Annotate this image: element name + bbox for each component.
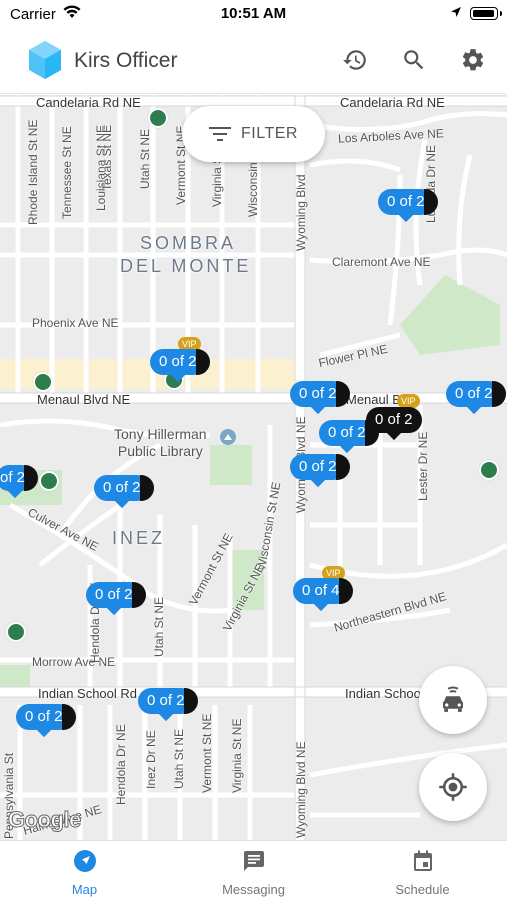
poi-label: Tony Hillerman bbox=[114, 426, 207, 442]
filter-label: FILTER bbox=[241, 125, 298, 142]
gear-icon[interactable] bbox=[457, 44, 489, 76]
map-pin[interactable]: 0 of 2 bbox=[319, 420, 379, 454]
tab-messaging[interactable]: Messaging bbox=[169, 841, 338, 900]
app-logo-icon bbox=[29, 41, 61, 79]
street-label: Indian School Rd bbox=[38, 686, 138, 701]
google-attribution: Google bbox=[8, 807, 82, 833]
map-pin[interactable]: 0 of 2 bbox=[150, 349, 210, 383]
street-label: Candelaria Rd NE bbox=[340, 95, 445, 110]
map-dot[interactable] bbox=[39, 471, 59, 491]
app-title: Kirs Officer bbox=[74, 49, 178, 72]
street-label: Vermont St NE bbox=[200, 713, 214, 793]
message-icon bbox=[243, 851, 264, 871]
filter-button[interactable]: FILTER bbox=[182, 106, 325, 162]
battery-icon bbox=[470, 7, 502, 20]
tab-map[interactable]: Map bbox=[0, 841, 169, 900]
street-label: Morrow Ave NE bbox=[32, 655, 116, 669]
map-pin[interactable]: 0 of 2 bbox=[290, 454, 350, 488]
clock: 10:51 AM bbox=[220, 5, 287, 22]
map-pin[interactable]: 0 of 2 bbox=[86, 582, 146, 616]
tab-schedule[interactable]: Schedule bbox=[338, 841, 507, 900]
app-bar: Kirs Officer bbox=[0, 30, 507, 94]
street-label: Candelaria Rd NE bbox=[36, 95, 141, 110]
street-label: Inez Dr NE bbox=[144, 730, 158, 789]
calendar-icon bbox=[413, 850, 432, 871]
street-label: Menaul Blvd NE bbox=[37, 392, 131, 407]
neighborhood-label: INEZ bbox=[112, 528, 166, 548]
street-label: Virginia St NE bbox=[230, 718, 244, 793]
map-dot[interactable] bbox=[6, 622, 26, 642]
navigation-arrow-icon bbox=[73, 850, 96, 872]
street-label: Wyoming Blvd bbox=[294, 174, 308, 251]
car-icon bbox=[443, 686, 463, 712]
location-services-icon bbox=[451, 7, 461, 17]
street-label: Phoenix Ave NE bbox=[32, 316, 119, 330]
car-button[interactable] bbox=[419, 666, 487, 734]
status-bar: Carrier 10:51 AM bbox=[0, 0, 507, 30]
street-label: Texas St NE bbox=[100, 124, 114, 191]
street-label: Tennessee St NE bbox=[60, 126, 74, 219]
tab-bar: Map Messaging Schedule bbox=[0, 840, 507, 900]
vip-badge: VIP bbox=[397, 394, 420, 408]
map-dot[interactable] bbox=[479, 460, 499, 480]
my-location-icon bbox=[439, 773, 467, 801]
map-pin[interactable]: 0 of 2 bbox=[378, 189, 438, 223]
poi-label: Public Library bbox=[117, 443, 203, 459]
street-label: Hendola Dr NE bbox=[114, 724, 128, 805]
map-pin[interactable]: 0 of 2 bbox=[290, 381, 350, 415]
street-label: Menaul B bbox=[346, 392, 401, 407]
street-label: Wisconsin bbox=[246, 162, 260, 217]
street-label: Indian Schoo bbox=[345, 686, 421, 701]
library-poi[interactable]: Tony Hillerman Public Library bbox=[114, 426, 207, 460]
map-dot[interactable] bbox=[148, 108, 168, 128]
street-label: Lester Dr NE bbox=[416, 431, 430, 501]
search-icon[interactable] bbox=[398, 44, 430, 76]
street-label: Utah St NE bbox=[172, 728, 186, 789]
street-label: Utah St NE bbox=[152, 596, 166, 657]
map-pin[interactable]: 0 of 2 bbox=[138, 688, 198, 722]
street-label: Utah St NE bbox=[138, 128, 152, 189]
tab-label: Messaging bbox=[222, 882, 285, 897]
map-view[interactable]: Candelaria Rd NE Candelaria Rd NE Los Ar… bbox=[0, 95, 507, 840]
map-pin[interactable]: 0 of 2 bbox=[94, 475, 154, 509]
neighborhood-label: SOMBRA bbox=[140, 233, 237, 253]
map-dot[interactable] bbox=[33, 372, 53, 392]
neighborhood-label: DEL MONTE bbox=[120, 256, 252, 276]
map-pin[interactable]: 0 of 4 bbox=[293, 578, 353, 612]
tab-label: Map bbox=[71, 882, 98, 897]
my-location-button[interactable] bbox=[419, 753, 487, 821]
map-pin[interactable]: 0 of 2 bbox=[446, 381, 506, 415]
street-label: Claremont Ave NE bbox=[332, 255, 431, 269]
filter-icon bbox=[209, 127, 232, 141]
history-icon[interactable] bbox=[339, 44, 371, 76]
street-label: Rhode Island St NE bbox=[26, 119, 40, 225]
tab-label: Schedule bbox=[395, 882, 450, 897]
map-pin[interactable]: 0 of 2 bbox=[16, 704, 76, 738]
street-label: Wyoming Blvd NE bbox=[294, 741, 308, 838]
map-pin[interactable]: of 2 bbox=[0, 465, 39, 499]
